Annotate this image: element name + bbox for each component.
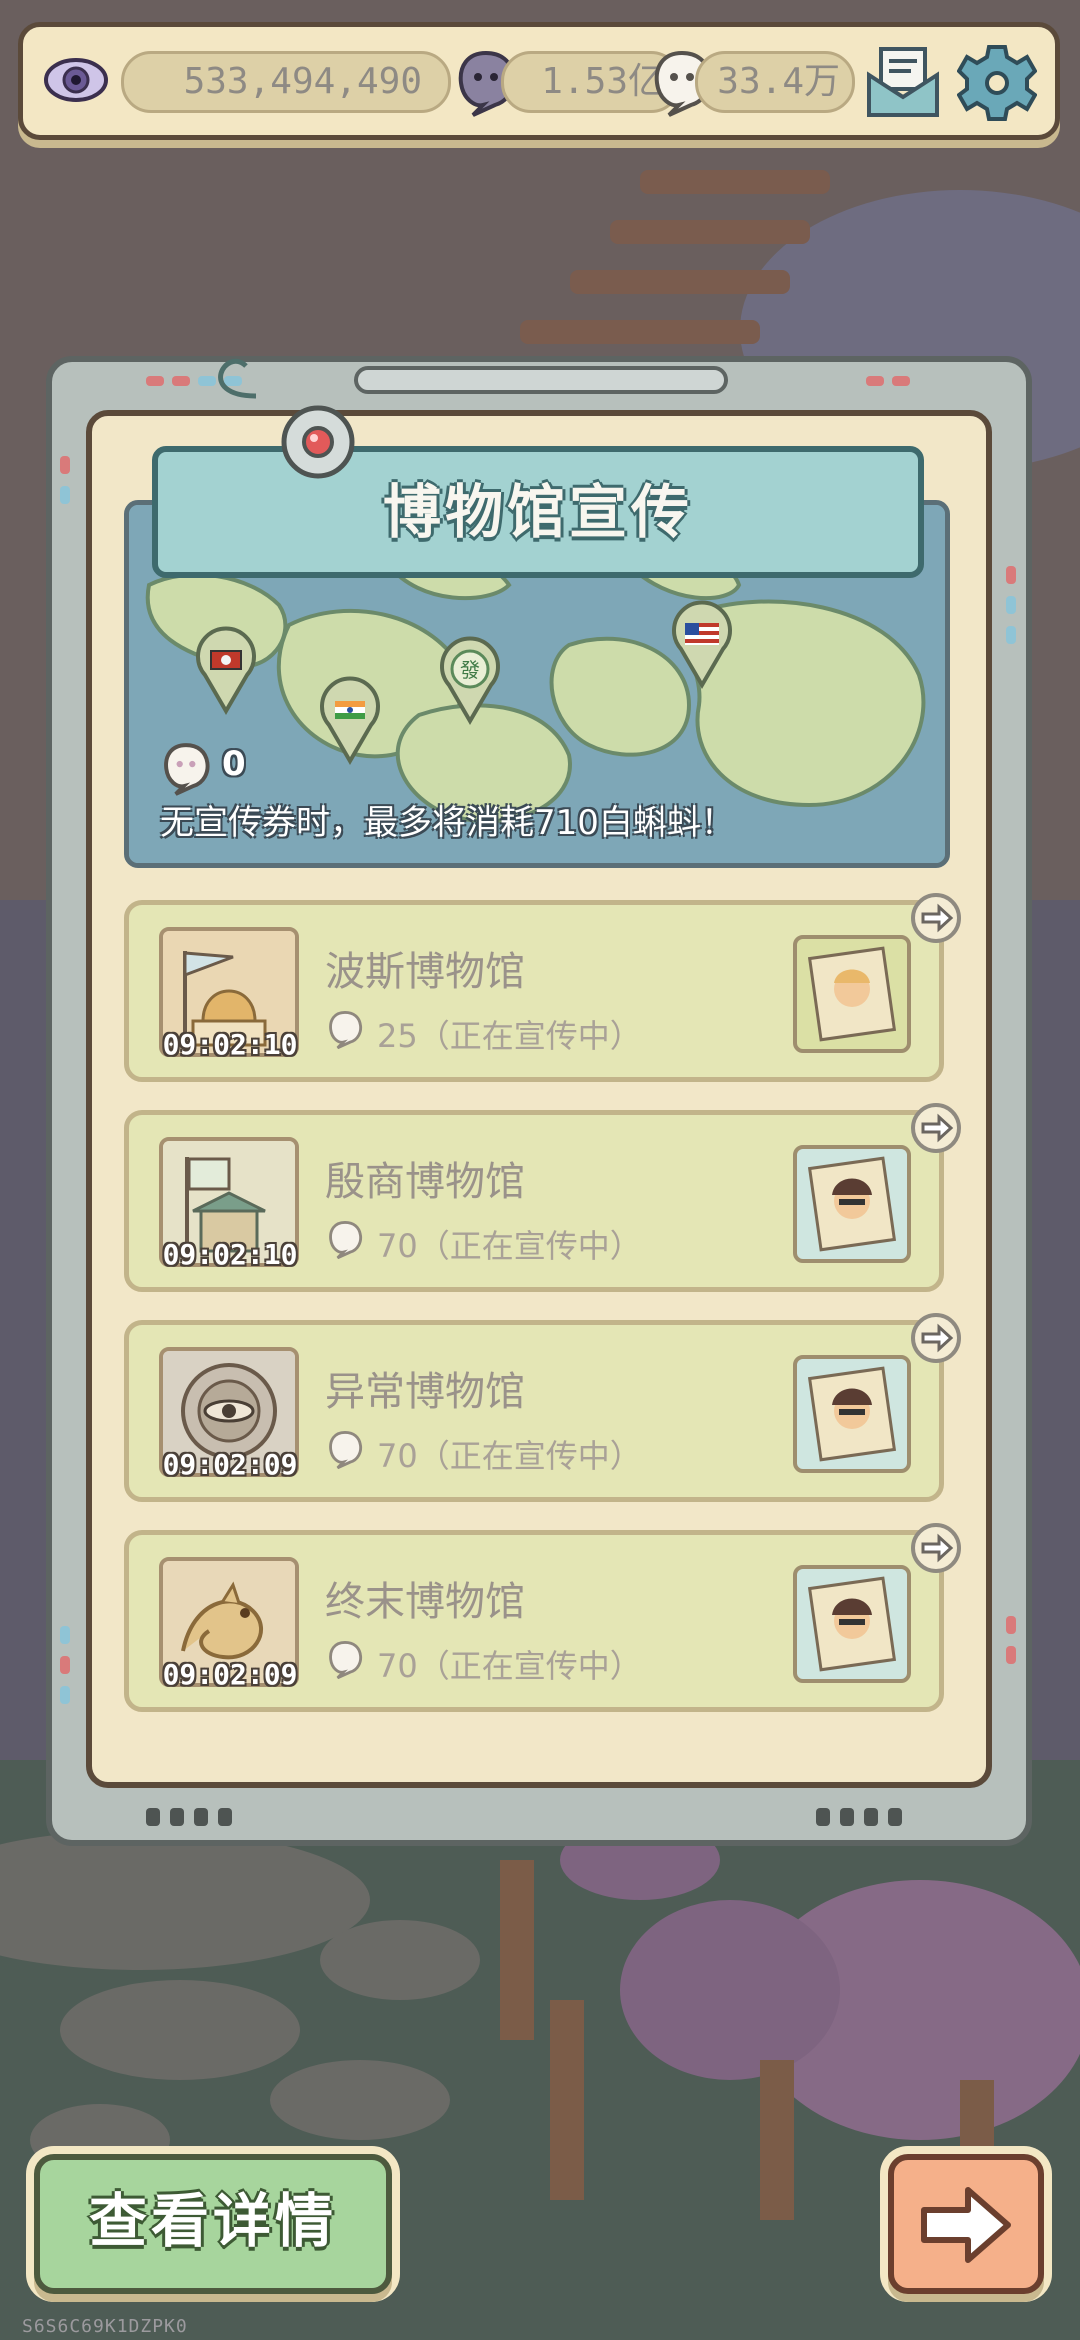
museum-cost: 70（正在宣传中） bbox=[377, 1647, 642, 1685]
svg-text:發: 發 bbox=[460, 658, 480, 682]
arrow-right-icon[interactable] bbox=[911, 893, 961, 943]
promo-timer: 09:02:09 bbox=[162, 1448, 298, 1481]
arrow-right-icon[interactable] bbox=[911, 1523, 961, 1573]
arrow-right-icon[interactable] bbox=[911, 1313, 961, 1363]
exhibit-card-slot[interactable] bbox=[793, 1565, 911, 1683]
museum-row[interactable]: 09:02:09 终末博物馆 70（正在宣传中） bbox=[124, 1523, 961, 1712]
views-counter: 533,494,490 bbox=[121, 51, 451, 113]
coupon-ghost-icon bbox=[164, 743, 210, 796]
alarm-light-icon bbox=[281, 405, 355, 479]
exhibit-card-slot[interactable] bbox=[793, 1145, 911, 1263]
museum-name: 殷商博物馆 bbox=[325, 1159, 525, 1205]
white-tadpole-counter: 33.4万 bbox=[695, 51, 855, 113]
museum-cost: 70（正在宣传中） bbox=[377, 1437, 642, 1475]
views-value: 533,494,490 bbox=[183, 61, 422, 102]
resource-bar: 533,494,490 1.53亿 33.4万 bbox=[18, 22, 1060, 140]
museum-name: 异常博物馆 bbox=[325, 1369, 525, 1415]
promo-timer: 09:02:09 bbox=[162, 1658, 298, 1691]
white-tadpole-value: 33.4万 bbox=[717, 61, 840, 102]
exhibit-card-slot[interactable] bbox=[793, 1355, 911, 1473]
museum-name: 波斯博物馆 bbox=[325, 949, 525, 995]
museum-row[interactable]: 09:02:09 异常博物馆 70（正在宣传中） bbox=[124, 1313, 961, 1502]
tadpole-cost-icon bbox=[329, 1010, 363, 1049]
museum-row[interactable]: 09:02:10 殷商博物馆 70（正在宣传中） bbox=[124, 1103, 961, 1292]
coupon-count: 0 bbox=[222, 744, 246, 784]
exhibit-card-slot[interactable] bbox=[793, 935, 911, 1053]
arrow-right-icon[interactable] bbox=[911, 1103, 961, 1153]
mail-icon[interactable] bbox=[863, 41, 943, 121]
map-pin-usa[interactable] bbox=[667, 599, 737, 689]
promo-timer: 09:02:10 bbox=[162, 1028, 298, 1061]
museum-cost: 25（正在宣传中） bbox=[377, 1017, 642, 1055]
purple-currency-value: 1.53亿 bbox=[541, 61, 664, 102]
device-id: S6S6C69K1DZPK0 bbox=[22, 2316, 188, 2337]
arrow-right-icon bbox=[921, 2187, 1011, 2263]
museum-cost: 70（正在宣传中） bbox=[377, 1227, 642, 1265]
panel-title: 博物馆宣传 bbox=[382, 478, 693, 546]
consumption-notice: 无宣传券时，最多将消耗710白蝌蚪！ bbox=[160, 803, 735, 843]
museum-name: 终末博物馆 bbox=[325, 1579, 525, 1625]
tadpole-cost-icon bbox=[329, 1640, 363, 1679]
map-pin-india[interactable] bbox=[315, 675, 385, 765]
map-pin-persia[interactable] bbox=[191, 625, 261, 715]
museum-row[interactable]: 09:02:10 波斯博物馆 25（正在宣传中） bbox=[124, 893, 961, 1082]
tadpole-cost-icon bbox=[329, 1220, 363, 1259]
eye-icon bbox=[44, 58, 108, 102]
next-button[interactable] bbox=[888, 2154, 1044, 2294]
gear-icon[interactable] bbox=[957, 41, 1037, 121]
promo-timer: 09:02:10 bbox=[162, 1238, 298, 1271]
view-details-label: 查看详情 bbox=[88, 2187, 337, 2255]
map-pin-fa[interactable]: 發 bbox=[435, 635, 505, 725]
tadpole-cost-icon bbox=[329, 1430, 363, 1469]
